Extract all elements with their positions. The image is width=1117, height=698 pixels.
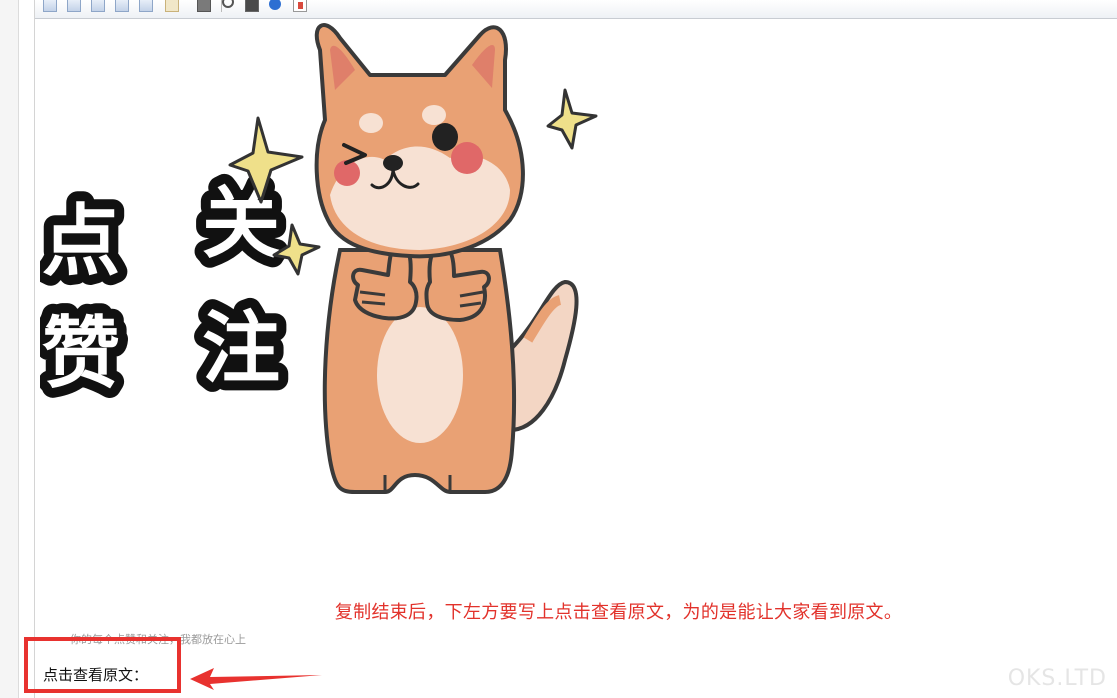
sticker-char-1: 点 [42, 197, 120, 287]
instruction-caption: 复制结束后，下左方要写上点击查看原文，为的是能让大家看到原文。 [334, 602, 903, 623]
table-row-icon[interactable] [67, 0, 81, 12]
table-merge-icon[interactable] [115, 0, 129, 12]
paste-icon[interactable] [293, 0, 307, 12]
document-icon[interactable] [165, 0, 179, 12]
star-icon [272, 223, 321, 276]
read-original-link-text[interactable]: 点击查看原文： [43, 664, 148, 685]
table-split-icon[interactable] [139, 0, 153, 12]
print-icon[interactable] [197, 0, 211, 12]
open-eye [432, 123, 458, 151]
editor-toolbar [35, 0, 1117, 19]
magnifier-icon[interactable] [221, 0, 235, 12]
dog-tail [508, 279, 579, 433]
shiba-thumbs-up-sticker: 点 赞 关 注 [40, 23, 598, 494]
left-gutter [0, 0, 19, 698]
sticker-char-3: 关 [202, 179, 280, 269]
red-arrow-icon [190, 668, 322, 690]
sticker-char-4: 注 [202, 304, 280, 394]
editor-frame-border [34, 0, 35, 698]
table-icon[interactable] [43, 0, 57, 12]
dog-head [314, 23, 525, 259]
sticker-text: 点 赞 关 注 [40, 169, 290, 409]
sticker-char-2: 赞 [42, 309, 120, 399]
star-icon [546, 88, 598, 150]
template-icon[interactable] [245, 0, 259, 12]
help-icon[interactable] [269, 0, 281, 10]
table-col-icon[interactable] [91, 0, 105, 12]
watermark: OKS.LTD [1007, 666, 1107, 691]
